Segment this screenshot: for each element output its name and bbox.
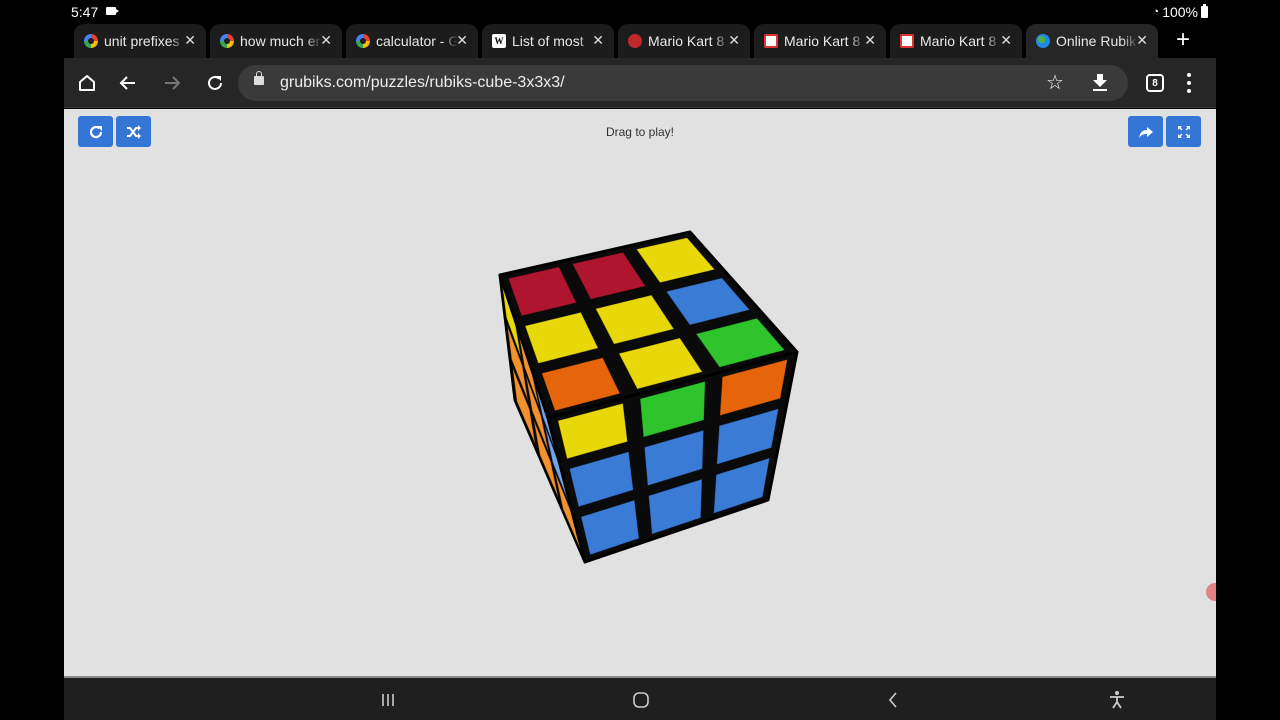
close-tab-icon[interactable]: ✕ [864,32,876,49]
reload-button[interactable] [203,71,227,95]
rubiks-cube-canvas[interactable] [64,109,1216,676]
reload-icon [208,75,222,90]
screen: 5:47 ◔ 100% + unit prefixes ✕ how much en ✕… [0,0,1280,720]
close-tab-icon[interactable]: ✕ [1000,32,1012,49]
screen-record-icon [106,7,119,15]
more-menu-icon[interactable] [1186,73,1192,93]
address-bar[interactable]: grubiks.com/puzzles/rubiks-cube-3x3x3/ ☆ [238,65,1128,101]
mario-kart-icon [764,34,778,48]
wikipedia-icon: W [492,34,506,48]
download-icon[interactable] [1090,70,1110,94]
mario-kart-icon [900,34,914,48]
close-tab-icon[interactable]: ✕ [456,32,468,49]
google-icon [220,34,234,48]
tab-title: how much en [240,33,322,49]
accessibility-icon[interactable] [1108,690,1126,710]
globe-icon [1036,34,1050,48]
url-text[interactable]: grubiks.com/puzzles/rubiks-cube-3x3x3/ [280,74,565,92]
back-button[interactable] [116,71,140,95]
wifi-icon: ◔ [1152,6,1160,18]
browser-toolbar: grubiks.com/puzzles/rubiks-cube-3x3x3/ ☆… [64,58,1216,108]
home-icon [79,75,95,91]
share-button[interactable] [1128,116,1163,147]
page-content: Drag to play! [64,109,1216,676]
lock-icon [254,71,264,85]
android-nav-bar [64,676,1216,720]
arrow-left-icon [119,76,135,90]
home-button[interactable] [75,71,99,95]
tab-1[interactable]: how much en ✕ [210,24,342,58]
tab-6[interactable]: Mario Kart 8 ✕ [890,24,1022,58]
tab-title: Mario Kart 8 [920,33,997,49]
google-icon [356,34,370,48]
arrow-right-icon [165,76,181,90]
clock: 5:47 [71,4,99,20]
tab-title: Mario Kart 8 [648,33,725,49]
bookmark-star-icon[interactable]: ☆ [1046,70,1064,95]
fullscreen-icon [1177,125,1190,138]
tab-switcher-button[interactable]: 8 [1146,74,1164,92]
close-tab-icon[interactable]: ✕ [728,32,740,49]
close-tab-icon[interactable]: ✕ [1136,32,1148,49]
tab-title: Mario Kart 8 [784,33,861,49]
tab-7[interactable]: Online Rubik ✕ [1026,24,1158,58]
close-tab-icon[interactable]: ✕ [184,32,196,49]
tab-4[interactable]: Mario Kart 8 ✕ [618,24,750,58]
battery-percent: 100% [1162,4,1198,20]
drag-hint: Drag to play! [605,125,675,139]
battery-icon [1201,4,1208,18]
back-nav-icon[interactable] [886,690,900,710]
tab-title: Online Rubik [1056,33,1137,49]
share-icon [1138,126,1153,138]
fullscreen-button[interactable] [1166,116,1201,147]
status-bar: 5:47 ◔ 100% [64,0,1216,24]
new-tab-button[interactable]: + [1176,28,1190,52]
tab-title: unit prefixes [104,33,180,49]
tab-0[interactable]: unit prefixes ✕ [74,24,206,58]
recent-apps-icon[interactable] [380,690,396,710]
forward-button[interactable] [160,71,184,95]
tab-2[interactable]: calculator - G ✕ [346,24,478,58]
google-icon [84,34,98,48]
mario-icon [628,34,642,48]
home-nav-icon[interactable] [632,690,650,710]
tab-title: List of most [512,33,584,49]
tab-3[interactable]: W List of most ✕ [482,24,614,58]
close-tab-icon[interactable]: ✕ [592,32,604,49]
tab-5[interactable]: Mario Kart 8 ✕ [754,24,886,58]
tab-title: calculator - G [376,33,458,49]
tab-strip: + unit prefixes ✕ how much en ✕ calculator -… [64,24,1216,58]
close-tab-icon[interactable]: ✕ [320,32,332,49]
